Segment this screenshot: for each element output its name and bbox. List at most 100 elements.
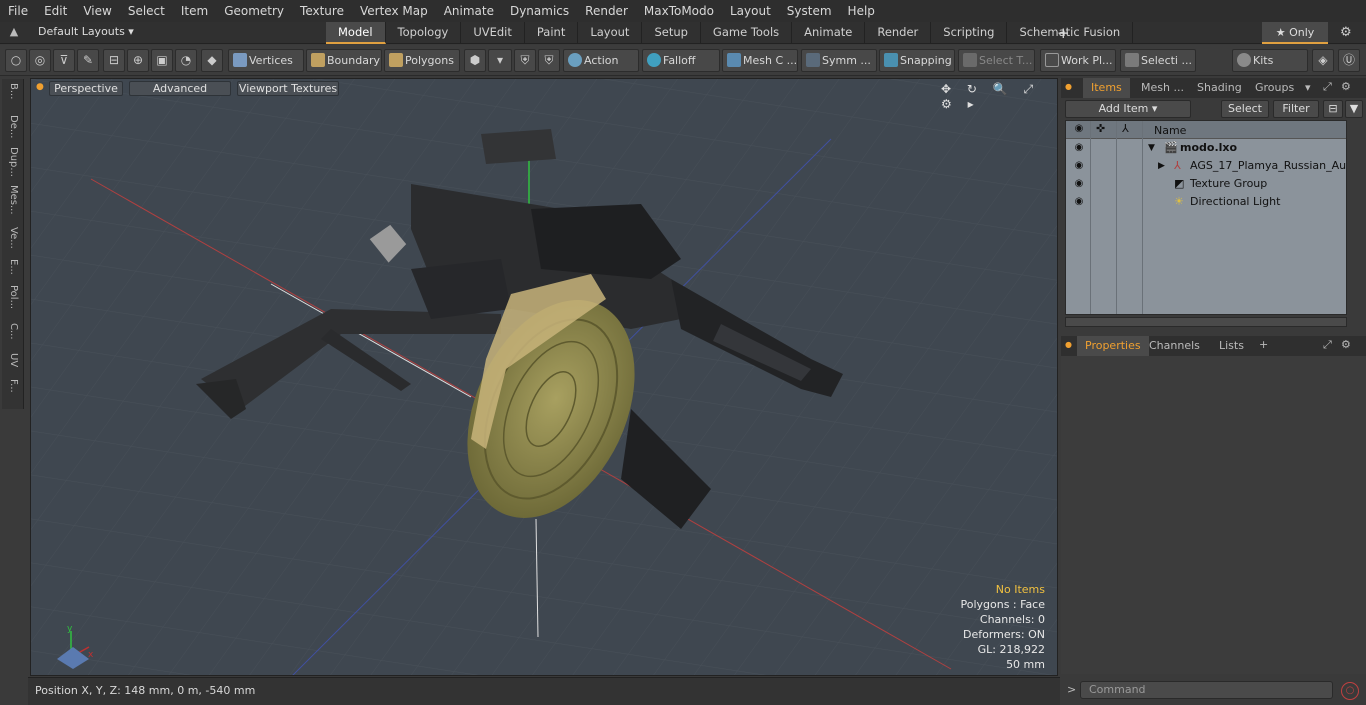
filter-button[interactable]: Filter (1273, 100, 1319, 118)
menu-maxtomodo[interactable]: MaxToModo (636, 0, 722, 22)
left-tab-polygon[interactable]: Pol... (2, 285, 24, 309)
advanced-dropdown[interactable]: Advanced (129, 81, 231, 96)
tab-shading[interactable]: Shading (1189, 78, 1250, 98)
tab-uvedit[interactable]: UVEdit (461, 22, 525, 44)
shade-icon[interactable]: ◆ (201, 49, 223, 72)
center-icon[interactable]: ⊕ (127, 49, 149, 72)
align-icon[interactable]: ⊟ (103, 49, 125, 72)
expand-icon[interactable]: ⤢ (1323, 338, 1332, 352)
select-through-button[interactable]: Select T... (958, 49, 1035, 72)
perspective-dropdown[interactable]: Perspective (49, 81, 123, 96)
menu-layout[interactable]: Layout (722, 0, 779, 22)
tree-row-directional-light[interactable]: ◉ ☀ Directional Light (1066, 193, 1346, 211)
tab-game-tools[interactable]: Game Tools (701, 22, 793, 44)
visibility-eye-icon[interactable]: ◉ (1072, 193, 1086, 211)
vertices-button[interactable]: Vertices (228, 49, 304, 72)
brush-icon[interactable]: ✎ (77, 49, 99, 72)
tab-properties[interactable]: Properties (1077, 336, 1149, 356)
tab-paint[interactable]: Paint (525, 22, 579, 44)
expand-arrow-icon[interactable]: ▼ (1148, 139, 1155, 157)
panel-gear-icon[interactable]: ⚙ (1341, 338, 1351, 351)
tree-row-mesh[interactable]: ◉ ▶ ⅄ AGS_17_Plamya_Russian_Au ... (1066, 157, 1346, 175)
tree-row-texture-group[interactable]: ◉ ◩ Texture Group (1066, 175, 1346, 193)
symmetry-button[interactable]: Symm ... (801, 49, 877, 72)
add-tab-button[interactable]: + (1259, 338, 1268, 351)
left-tab-edge[interactable]: E... (2, 259, 24, 275)
kits-button[interactable]: Kits (1232, 49, 1308, 72)
menu-help[interactable]: Help (840, 0, 883, 22)
tabs-dropdown-icon[interactable]: ▾ (1305, 81, 1311, 94)
record-icon[interactable]: ○ (1341, 682, 1359, 700)
left-tab-duplicate[interactable]: Dup... (2, 147, 24, 177)
unity-icon[interactable]: ◈ (1312, 49, 1334, 72)
expand-arrow-icon[interactable]: ▶ (1158, 157, 1165, 175)
falloff-button[interactable]: Falloff (642, 49, 720, 72)
panel-gear-icon[interactable]: ⚙ (1341, 80, 1351, 93)
visibility-eye-icon[interactable]: ◉ (1072, 175, 1086, 193)
shield2-icon[interactable]: ⛨ (538, 49, 560, 72)
selection-sets-button[interactable]: Selecti ... (1120, 49, 1196, 72)
expand-icon[interactable]: ⤢ (1323, 80, 1332, 94)
globe-icon[interactable]: ◎ (29, 49, 51, 72)
menu-render[interactable]: Render (577, 0, 636, 22)
left-tab-deform[interactable]: De... (2, 115, 24, 138)
frame-icon[interactable]: ▣ (151, 49, 173, 72)
horizontal-scrollbar[interactable] (1065, 317, 1347, 327)
tab-render[interactable]: Render (865, 22, 932, 44)
work-plane-button[interactable]: Work Pl... (1040, 49, 1116, 72)
left-tab-fusion[interactable]: F... (2, 379, 24, 393)
menu-geometry[interactable]: Geometry (216, 0, 292, 22)
unreal-icon[interactable]: Ⓤ (1338, 49, 1360, 72)
viewport-menu-icon[interactable]: ● (36, 82, 44, 92)
add-tab-button[interactable]: + (1057, 24, 1070, 42)
shield-icon[interactable]: ⛨ (514, 49, 536, 72)
tab-items[interactable]: Items (1083, 78, 1130, 98)
action-button[interactable]: Action (563, 49, 639, 72)
panel-menu-icon[interactable]: ● (1065, 340, 1072, 349)
tab-schematic-fusion[interactable]: Schematic Fusion (1007, 22, 1134, 44)
left-tab-mesh-edit[interactable]: Mes... (2, 185, 24, 215)
left-tab-uv[interactable]: UV (2, 353, 24, 367)
add-item-button[interactable]: Add Item ▾ (1065, 100, 1191, 118)
menu-vertex-map[interactable]: Vertex Map (352, 0, 436, 22)
left-tab-basic[interactable]: B... (2, 83, 24, 99)
funnel-icon[interactable]: ▼ (1345, 100, 1363, 118)
tab-setup[interactable]: Setup (642, 22, 701, 44)
left-tab-curve[interactable]: C... (2, 323, 24, 340)
menu-dynamics[interactable]: Dynamics (502, 0, 577, 22)
tab-lists[interactable]: Lists (1211, 336, 1252, 356)
boundary-button[interactable]: Boundary (306, 49, 382, 72)
pen-icon[interactable]: ⊽ (53, 49, 75, 72)
viewport-nav-icons[interactable]: ✥ ↻ 🔍 ⤢ ⚙ ▸ (941, 82, 1057, 111)
item-mode-icon[interactable]: ⬢ (464, 49, 486, 72)
collapse-icon[interactable]: ⊟ (1323, 100, 1343, 118)
select-button[interactable]: Select (1221, 100, 1269, 118)
snapping-button[interactable]: Snapping (879, 49, 955, 72)
panel-menu-icon[interactable]: ● (1065, 82, 1072, 91)
mode-dropdown-icon[interactable]: ▾ (488, 49, 512, 72)
tab-layout[interactable]: Layout (578, 22, 643, 44)
tab-scripting[interactable]: Scripting (931, 22, 1008, 44)
left-tab-vertex[interactable]: Ve... (2, 227, 24, 249)
menu-view[interactable]: View (75, 0, 119, 22)
tab-groups[interactable]: Groups (1247, 78, 1302, 98)
circle-select-icon[interactable]: ○ (5, 49, 27, 72)
3d-viewport[interactable]: y x ● Perspective Advanced Viewport Text… (30, 78, 1058, 676)
tab-channels[interactable]: Channels (1141, 336, 1208, 356)
menu-animate[interactable]: Animate (436, 0, 502, 22)
menu-edit[interactable]: Edit (36, 0, 75, 22)
default-layouts-dropdown[interactable]: Default Layouts ▾ (38, 25, 134, 38)
command-input[interactable]: Command (1080, 681, 1333, 699)
visibility-eye-icon[interactable]: ◉ (1072, 157, 1086, 175)
viewport-textures-dropdown[interactable]: Viewport Textures (237, 81, 339, 96)
tree-row-scene[interactable]: ◉ ▼ 🎬 modo.lxo (1066, 139, 1346, 157)
tab-mesh[interactable]: Mesh ... (1133, 78, 1192, 98)
menu-texture[interactable]: Texture (292, 0, 352, 22)
menu-select[interactable]: Select (120, 0, 173, 22)
home-icon[interactable]: ▲ (6, 25, 22, 41)
gear-icon[interactable]: ⚙ (1340, 25, 1352, 40)
polygons-button[interactable]: Polygons (384, 49, 460, 72)
menu-file[interactable]: File (0, 0, 36, 22)
menu-item[interactable]: Item (173, 0, 216, 22)
only-toggle[interactable]: ★ Only (1262, 22, 1328, 44)
